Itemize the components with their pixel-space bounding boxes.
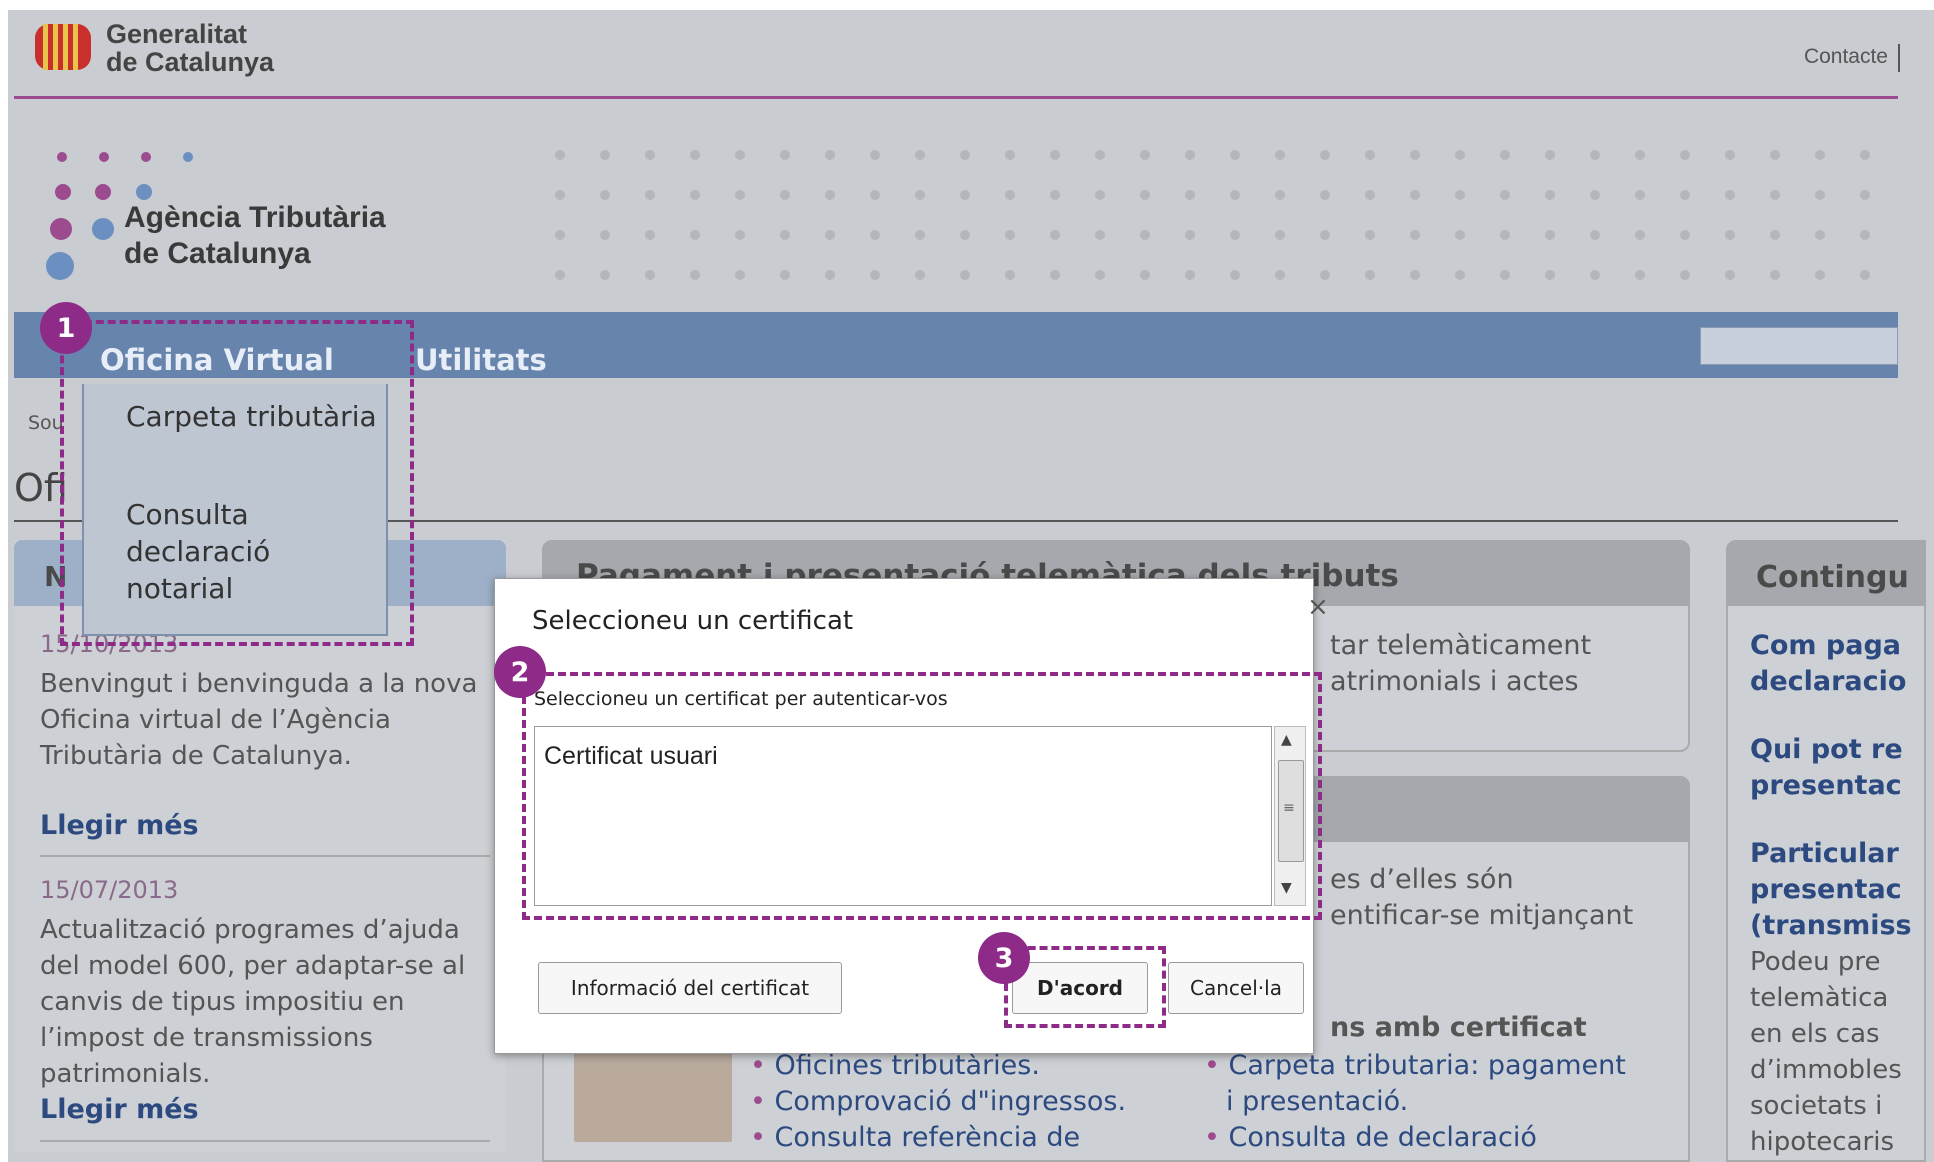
news-divider: [40, 855, 490, 857]
bullet-icon: •: [1204, 1050, 1229, 1081]
service-link-label: Oficines tributàries.: [774, 1050, 1040, 1081]
agency-name: Agència Tributària de Catalunya: [124, 200, 386, 272]
faq-link[interactable]: declaracio: [1750, 664, 1906, 700]
services-subheading: ns amb certificat: [1330, 1012, 1587, 1043]
contents-text: telemàtica: [1750, 983, 1889, 1013]
news-divider: [40, 1140, 490, 1142]
faq-link[interactable]: presentac: [1750, 872, 1902, 908]
service-link-label: Consulta de declaració: [1228, 1122, 1537, 1153]
news-read-more-link[interactable]: Llegir més: [40, 810, 199, 841]
news-text: Actualització programes d’ajuda del mode…: [40, 915, 466, 1089]
news-read-more-link[interactable]: Llegir més: [40, 1094, 199, 1125]
service-link[interactable]: • Consulta referència de: [750, 1120, 1080, 1156]
bullet-icon: •: [750, 1122, 775, 1153]
bullet-icon: •: [750, 1050, 775, 1081]
service-link-label: Carpeta tributaria: pagament: [1228, 1050, 1626, 1081]
faq-link[interactable]: Particular: [1750, 836, 1899, 872]
news-text: Benvingut i benvinguda a la nova Oficina…: [40, 669, 478, 771]
generalitat-name: Generalitat de Catalunya: [106, 20, 274, 76]
agency-line1: Agència Tributària: [124, 201, 386, 234]
faq-link[interactable]: Qui pot re: [1750, 732, 1903, 768]
breadcrumb: Sou: [28, 412, 64, 434]
header-separator: [1898, 44, 1900, 72]
faq-link[interactable]: (transmiss: [1750, 908, 1912, 944]
faq-link[interactable]: Com paga: [1750, 628, 1901, 664]
bullet-icon: •: [750, 1086, 775, 1117]
news-date: 15/07/2013: [40, 876, 179, 904]
contact-link[interactable]: Contacte: [1804, 45, 1888, 69]
service-link-label: Comprovació d"ingressos.: [774, 1086, 1127, 1117]
contents-text: Podeu pre: [1750, 947, 1881, 977]
org-line1: Generalitat: [106, 19, 248, 49]
step-3-badge: 3: [978, 932, 1030, 984]
contents-text: societats i: [1750, 1091, 1883, 1121]
generalitat-logo: [35, 24, 91, 70]
faq-link[interactable]: presentac: [1750, 768, 1902, 804]
header-divider: [14, 96, 1898, 99]
org-line2: de Catalunya: [106, 47, 275, 77]
nav-utilitats[interactable]: Utilitats: [415, 343, 547, 377]
contents-text: d’immobles: [1750, 1055, 1902, 1085]
dialog-title: Seleccioneu un certificat: [532, 606, 854, 636]
contents-panel-title: Contingu: [1756, 560, 1909, 595]
agency-line2: de Catalunya: [124, 237, 311, 270]
cancel-button[interactable]: Cancel·la: [1168, 962, 1304, 1014]
step-1-badge: 1: [40, 302, 92, 354]
contents-text: en els cas: [1750, 1019, 1880, 1049]
service-link[interactable]: • Comprovació d"ingressos.: [750, 1084, 1126, 1120]
services-panel-text: entificar-se mitjançant: [1330, 900, 1634, 931]
service-link[interactable]: • Consulta de declaració: [1204, 1120, 1537, 1156]
certificate-info-button[interactable]: Informació del certificat: [538, 962, 842, 1014]
service-link-label: Consulta referència de: [774, 1122, 1081, 1153]
service-link-continued[interactable]: i presentació.: [1226, 1084, 1408, 1120]
close-icon[interactable]: ×: [1307, 592, 1329, 622]
contents-text: hipotecaris: [1750, 1127, 1894, 1157]
payment-panel-text: tar telemàticament: [1330, 630, 1592, 661]
payment-panel-text: atrimonials i actes: [1330, 666, 1579, 697]
step-2-highlight: [522, 672, 1322, 920]
search-input[interactable]: [1700, 327, 1898, 365]
services-thumbnail-image: [574, 1046, 732, 1142]
step-2-badge: 2: [494, 646, 546, 698]
decorative-dot-pattern: [555, 150, 1870, 280]
step-1-highlight: [60, 320, 414, 646]
bullet-icon: •: [1204, 1122, 1229, 1153]
services-panel-text: es d’elles són: [1330, 864, 1514, 895]
